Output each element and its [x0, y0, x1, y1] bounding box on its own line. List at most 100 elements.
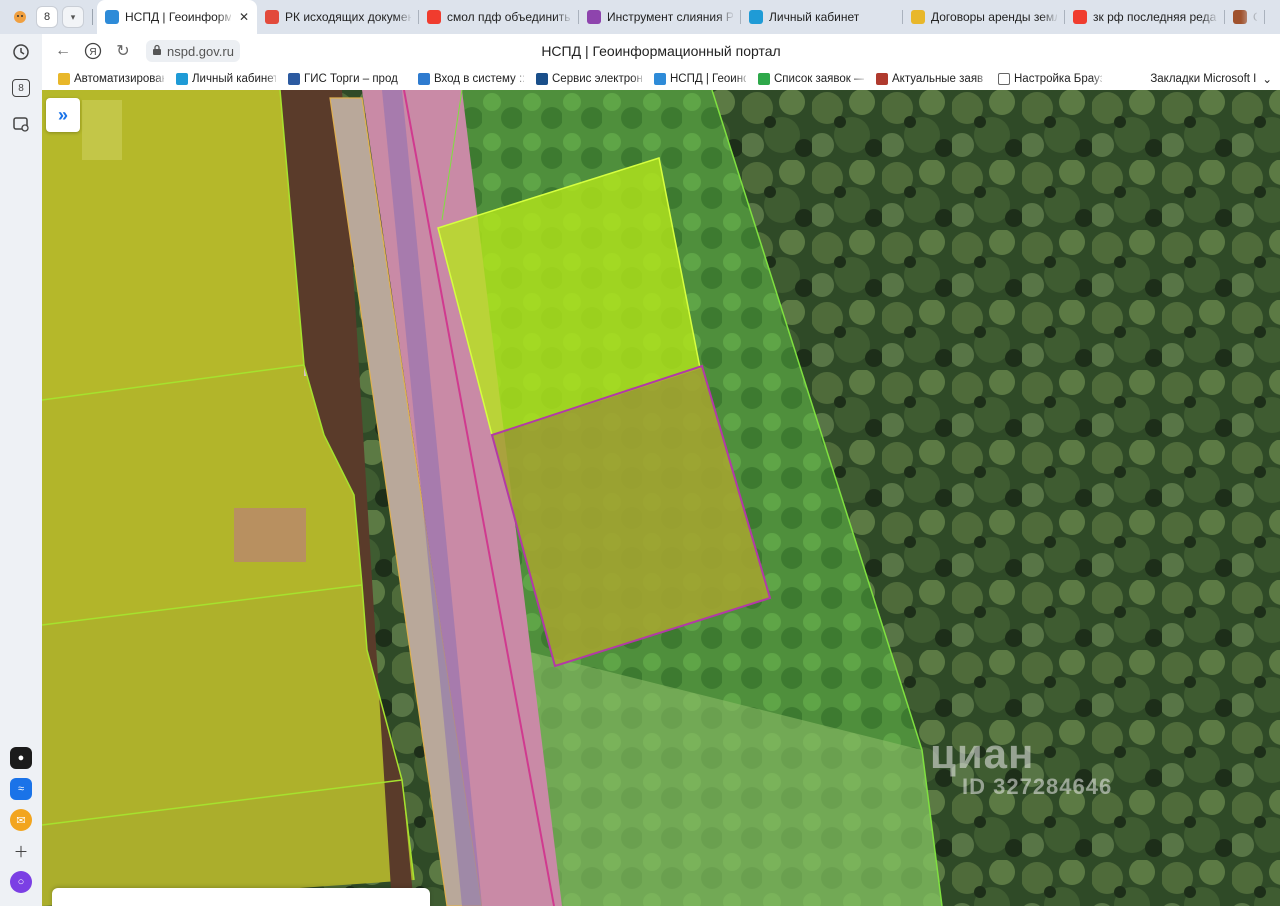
browser-tab[interactable]: С: [1225, 0, 1265, 34]
lock-icon: [152, 44, 162, 59]
close-tab-icon[interactable]: ✕: [239, 10, 249, 24]
bookmark-item[interactable]: ГИС Торги – прод: [282, 68, 412, 90]
mail-app-badge: ✉: [10, 809, 32, 831]
tab-title-fade: [717, 8, 735, 26]
tab-title: Инструмент слияния PD: [607, 10, 733, 24]
tab-favicon-icon: [1073, 10, 1087, 24]
bookmark-favicon-icon: [998, 73, 1010, 85]
bookmark-item[interactable]: НСПД | Геоинфор: [648, 68, 752, 90]
tab-title-fade: [879, 8, 897, 26]
url-field[interactable]: nspd.gov.ru: [146, 40, 240, 62]
bookmark-item[interactable]: Личный кабинет: [170, 68, 282, 90]
bookmarks-list: Автоматизирован Личный кабинет ГИС Торги –…: [52, 68, 1108, 90]
bookmark-label: Настройка Брауз: [1014, 73, 1102, 85]
expand-panel-button[interactable]: »: [46, 98, 80, 132]
tab-title-fade: [1041, 8, 1059, 26]
bookmarks-other-label: Закладки Microsoft I: [1150, 73, 1257, 85]
browser-tab[interactable]: смол пдф объединить г: [419, 0, 579, 34]
yandex-home-icon[interactable]: Я: [78, 36, 108, 66]
reload-icon[interactable]: ↻: [108, 36, 138, 66]
history-icon[interactable]: [7, 38, 35, 66]
bookmark-label: ГИС Торги – прод: [304, 73, 398, 85]
bookmark-favicon-icon: [536, 73, 548, 85]
bookmark-label: Список заявок —: [774, 73, 864, 85]
messenger-app-icon[interactable]: ≈: [7, 775, 35, 803]
tab-favicon-icon: [427, 10, 441, 24]
tab-title: смол пдф объединить г: [447, 10, 571, 24]
bookmark-item[interactable]: Сервис электронн: [530, 68, 648, 90]
bookmarks-other-folder[interactable]: Закладки Microsoft I ⌄: [1150, 72, 1280, 86]
bookmark-favicon-icon: [758, 73, 770, 85]
tab-title-fade: [1201, 8, 1219, 26]
tabs-container: НСПД | Геоинформа ✕ РК исходящих докумен см…: [97, 0, 1265, 34]
bookmark-item[interactable]: Вход в систему :: \: [412, 68, 530, 90]
add-icon[interactable]: ＋: [7, 837, 35, 865]
browser-tab[interactable]: зк рф последняя редак: [1065, 0, 1225, 34]
mail-app-icon[interactable]: ✉: [7, 806, 35, 834]
browser-tab[interactable]: Договоры аренды земл: [903, 0, 1065, 34]
browser-tab[interactable]: Инструмент слияния PD: [579, 0, 741, 34]
bookmark-item[interactable]: Автоматизирован: [52, 68, 170, 90]
messenger-app-badge: ≈: [10, 778, 32, 800]
bookmark-label: Автоматизирован: [74, 73, 164, 85]
bookmark-fade: [514, 71, 528, 87]
bookmark-fade: [976, 71, 990, 87]
bookmark-item[interactable]: Настройка Брауз: [992, 68, 1108, 90]
tab-favicon-icon: [587, 10, 601, 24]
left-sidebar: 8 ● ≈ ✉ ＋ ○: [0, 34, 42, 906]
svg-text:Я: Я: [89, 47, 96, 58]
bottom-info-panel[interactable]: [52, 888, 430, 906]
browser-tab[interactable]: Личный кабинет: [741, 0, 903, 34]
address-bar: ← Я ↻ nspd.gov.ru НСПД | Геоинформационн…: [42, 34, 1280, 68]
tab-title: Личный кабинет: [769, 10, 860, 24]
cian-watermark: циан ID 327284646: [930, 730, 1112, 800]
url-text: nspd.gov.ru: [167, 43, 234, 59]
tab-title: Договоры аренды земл: [931, 10, 1057, 24]
tab-title-fade: [217, 8, 235, 26]
bookmark-favicon-icon: [654, 73, 666, 85]
tab-title-fade: [555, 8, 573, 26]
bookmark-label: Сервис электронн: [552, 73, 642, 85]
bookmark-item[interactable]: Актуальные заяв: [870, 68, 992, 90]
screenshot-icon[interactable]: [7, 110, 35, 138]
browser-tab[interactable]: НСПД | Геоинформа ✕: [97, 0, 257, 34]
bookmark-label: Вход в систему :: \: [434, 73, 524, 85]
chevron-down-icon[interactable]: ▾: [62, 6, 84, 28]
bookmark-label: Личный кабинет: [192, 73, 276, 85]
bookmark-fade: [266, 71, 280, 87]
tabs-panel-icon[interactable]: 8: [7, 74, 35, 102]
browser-tab[interactable]: РК исходящих докумен: [257, 0, 419, 34]
bookmark-fade: [632, 71, 646, 87]
building-roof: [82, 100, 122, 160]
bookmark-fade: [1092, 71, 1106, 87]
bookmark-fade: [396, 71, 410, 87]
bookmarks-bar: Автоматизирован Личный кабинет ГИС Торги –…: [42, 68, 1280, 90]
bookmark-favicon-icon: [58, 73, 70, 85]
bookmark-label: НСПД | Геоинфор: [670, 73, 746, 85]
tab-title: НСПД | Геоинформа: [125, 10, 231, 24]
tab-title-fade: [1241, 8, 1259, 26]
bookmark-favicon-icon: [176, 73, 188, 85]
map-viewport[interactable]: » циан ID 327284646: [42, 90, 1280, 906]
tab-title: зк рф последняя редак: [1093, 10, 1217, 24]
tab-title-fade: [395, 8, 413, 26]
alice-badge: ○: [10, 871, 32, 893]
tab-favicon-icon: [105, 10, 119, 24]
bookmark-fade: [154, 71, 168, 87]
cian-listing-id: ID 327284646: [962, 774, 1113, 799]
alice-assistant-icon[interactable]: ○: [7, 868, 35, 896]
camera-app-icon[interactable]: ●: [7, 744, 35, 772]
bookmark-favicon-icon: [288, 73, 300, 85]
sidebar-tab-count: 8: [12, 79, 30, 97]
tab-favicon-icon: [265, 10, 279, 24]
chevron-down-icon: ⌄: [1262, 74, 1272, 86]
building-roof: [234, 508, 306, 562]
tab-separator: [92, 9, 93, 25]
tab-count-badge[interactable]: 8: [36, 6, 58, 28]
back-arrow-icon[interactable]: ←: [48, 36, 78, 66]
parcel-yellow: [42, 365, 362, 625]
bookmark-favicon-icon: [876, 73, 888, 85]
bookmark-item[interactable]: Список заявок —: [752, 68, 870, 90]
tab-title: РК исходящих докумен: [285, 10, 411, 24]
browser-logo-icon[interactable]: [8, 5, 32, 29]
